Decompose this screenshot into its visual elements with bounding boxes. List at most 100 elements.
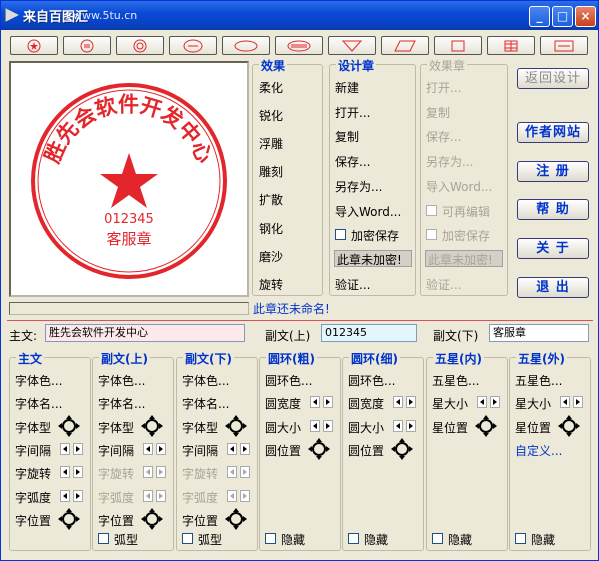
register-button[interactable]: 注 册 — [517, 161, 589, 182]
grid-square-shape-button[interactable] — [487, 36, 535, 55]
subdown-item-2[interactable]: 字体型 — [182, 419, 218, 436]
subdown-5-increase-arrow[interactable] — [240, 489, 250, 502]
main-position-pad-2[interactable] — [58, 414, 80, 437]
ringthin-1-decrease-arrow[interactable] — [393, 396, 403, 409]
main-3-decrease-arrow[interactable] — [60, 442, 70, 455]
rectangle-lines-shape-button[interactable] — [540, 36, 588, 55]
effstamp-copy[interactable]: 复制 — [426, 104, 450, 121]
subup-item-0[interactable]: 字体色... — [98, 372, 145, 389]
subdown-item-0[interactable]: 字体色... — [182, 372, 229, 389]
main-item-6[interactable]: 字位置 — [15, 512, 51, 529]
starin-item-0[interactable]: 五星色... — [432, 372, 479, 389]
minimize-button[interactable]: _ — [529, 6, 550, 27]
design-import-word[interactable]: 导入Word... — [335, 203, 401, 220]
main-item-5[interactable]: 字弧度 — [15, 489, 51, 506]
ringthick-hide-checkbox[interactable] — [265, 533, 276, 544]
triangle-shape-button[interactable] — [328, 36, 376, 55]
subup-item-6[interactable]: 字位置 — [98, 512, 134, 529]
subdown-item-4[interactable]: 字旋转 — [182, 465, 218, 482]
subdown-4-increase-arrow[interactable] — [240, 466, 250, 479]
ringthin-position-pad-3[interactable] — [391, 437, 413, 460]
starin-1-decrease-arrow[interactable] — [477, 396, 487, 409]
main-item-3[interactable]: 字间隔 — [15, 442, 51, 459]
subup-3-decrease-arrow[interactable] — [143, 442, 153, 455]
effstamp-import-word[interactable]: 导入Word... — [426, 178, 492, 195]
ringthick-1-increase-arrow[interactable] — [323, 396, 333, 409]
help-button[interactable]: 帮 助 — [517, 199, 589, 220]
subdown-3-decrease-arrow[interactable] — [227, 442, 237, 455]
subdown-item-1[interactable]: 字体名... — [182, 395, 229, 412]
ringthick-item-2[interactable]: 圆大小 — [265, 419, 301, 436]
subup-position-pad-2[interactable] — [141, 414, 163, 437]
subup-item-5[interactable]: 字弧度 — [98, 489, 134, 506]
starin-item-1[interactable]: 星大小 — [432, 395, 468, 412]
starin-position-pad-2[interactable] — [475, 414, 497, 437]
subup-4-increase-arrow[interactable] — [156, 466, 166, 479]
subup-4-decrease-arrow[interactable] — [143, 466, 153, 479]
design-save[interactable]: 保存... — [335, 153, 370, 170]
design-verify[interactable]: 验证... — [335, 276, 370, 293]
starin-item-2[interactable]: 星位置 — [432, 419, 468, 436]
effect-soften[interactable]: 柔化 — [259, 79, 283, 96]
ringthin-item-1[interactable]: 圆宽度 — [348, 395, 384, 412]
subdown-item-3[interactable]: 字间隔 — [182, 442, 218, 459]
sub-up-input[interactable]: 012345 — [321, 324, 417, 342]
subdown-4-decrease-arrow[interactable] — [227, 466, 237, 479]
subup-5-decrease-arrow[interactable] — [143, 489, 153, 502]
main-item-4[interactable]: 字旋转 — [15, 465, 51, 482]
subdown-arc-checkbox[interactable] — [182, 533, 193, 544]
design-new[interactable]: 新建 — [335, 79, 359, 96]
effect-harden[interactable]: 钢化 — [259, 220, 283, 237]
subup-item-1[interactable]: 字体名... — [98, 395, 145, 412]
starin-hide-checkbox[interactable] — [432, 533, 443, 544]
circle-star-shape-button[interactable] — [10, 36, 58, 55]
parallelogram-shape-button[interactable] — [381, 36, 429, 55]
effect-diffuse[interactable]: 扩散 — [259, 191, 283, 208]
main-4-decrease-arrow[interactable] — [60, 466, 70, 479]
ringthin-item-0[interactable]: 圆环色... — [348, 372, 395, 389]
subdown-position-pad-2[interactable] — [225, 414, 247, 437]
starout-item-1[interactable]: 星大小 — [515, 395, 551, 412]
square-shape-button[interactable] — [434, 36, 482, 55]
subdown-3-increase-arrow[interactable] — [240, 442, 250, 455]
subup-5-increase-arrow[interactable] — [156, 489, 166, 502]
design-copy[interactable]: 复制 — [335, 128, 359, 145]
ringthin-1-increase-arrow[interactable] — [406, 396, 416, 409]
effect-frost[interactable]: 磨沙 — [259, 248, 283, 265]
ellipse-shape-button[interactable] — [222, 36, 270, 55]
ringthin-2-decrease-arrow[interactable] — [393, 419, 403, 432]
subup-position-pad-6[interactable] — [141, 507, 163, 530]
design-save-as[interactable]: 另存为... — [335, 178, 382, 195]
ringthin-hide-checkbox[interactable] — [348, 533, 359, 544]
subup-3-increase-arrow[interactable] — [156, 442, 166, 455]
subdown-5-decrease-arrow[interactable] — [227, 489, 237, 502]
design-encrypt-checkbox[interactable] — [335, 229, 346, 240]
ringthin-2-increase-arrow[interactable] — [406, 419, 416, 432]
design-open[interactable]: 打开... — [335, 104, 370, 121]
maximize-button[interactable]: □ — [552, 6, 573, 27]
starout-1-increase-arrow[interactable] — [573, 396, 583, 409]
ringthick-2-decrease-arrow[interactable] — [310, 419, 320, 432]
starin-1-increase-arrow[interactable] — [490, 396, 500, 409]
starout-1-decrease-arrow[interactable] — [560, 396, 570, 409]
effstamp-save[interactable]: 保存... — [426, 128, 461, 145]
main-item-0[interactable]: 字体色... — [15, 372, 62, 389]
subdown-item-6[interactable]: 字位置 — [182, 512, 218, 529]
ringthick-item-0[interactable]: 圆环色... — [265, 372, 312, 389]
starout-hide-checkbox[interactable] — [515, 533, 526, 544]
ringthick-position-pad-3[interactable] — [308, 437, 330, 460]
effect-rotate[interactable]: 旋转 — [259, 276, 283, 293]
subup-item-4[interactable]: 字旋转 — [98, 465, 134, 482]
about-button[interactable]: 关 于 — [517, 238, 589, 259]
title-bar[interactable]: 来自百图汇 www.5tu.cn _ □ × — [1, 1, 598, 30]
ringthick-item-1[interactable]: 圆宽度 — [265, 395, 301, 412]
starout-custom-link[interactable]: 自定义... — [515, 442, 562, 459]
effstamp-save-as[interactable]: 另存为... — [426, 153, 473, 170]
subup-item-3[interactable]: 字间隔 — [98, 442, 134, 459]
effstamp-verify[interactable]: 验证... — [426, 276, 461, 293]
close-button[interactable]: × — [575, 6, 596, 27]
effect-sharpen[interactable]: 锐化 — [259, 107, 283, 124]
subdown-position-pad-6[interactable] — [225, 507, 247, 530]
effstamp-open[interactable]: 打开... — [426, 79, 461, 96]
main-item-2[interactable]: 字体型 — [15, 419, 51, 436]
